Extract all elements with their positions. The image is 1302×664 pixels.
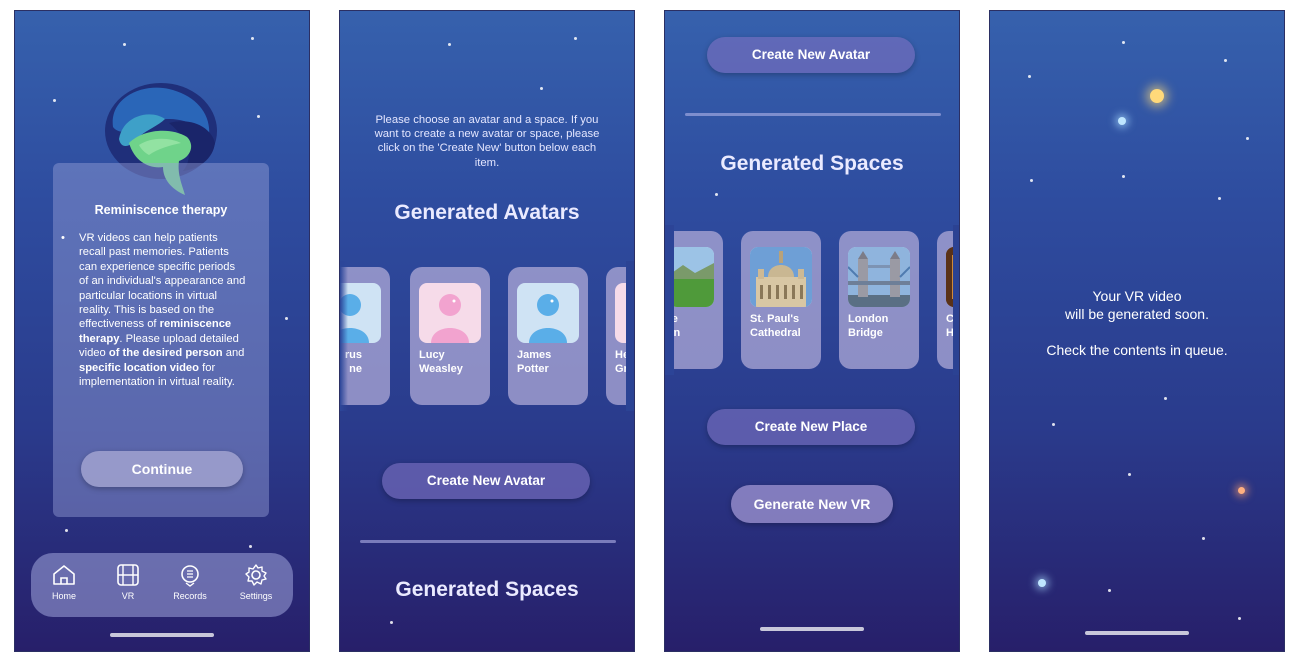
onboarding-screen: Reminiscence therapy VR videos can help …	[14, 10, 310, 652]
place-name: ne wn	[665, 313, 731, 340]
card-title: Reminiscence therapy	[94, 203, 228, 217]
tab-records[interactable]: Records	[165, 563, 215, 601]
gear-icon	[245, 564, 267, 586]
status-message-line-1: Your VR video	[1092, 288, 1182, 304]
bottom-tab-bar: Home VR Records Settings	[31, 553, 293, 617]
place-image	[669, 247, 714, 307]
place-image	[750, 247, 812, 307]
tab-settings[interactable]: Settings	[231, 563, 281, 601]
avatars-heading: Generated Avatars	[394, 201, 580, 224]
tab-vr[interactable]: VR	[103, 563, 153, 601]
microphone-icon	[181, 565, 199, 587]
spaces-heading: Generated Spaces	[720, 152, 904, 175]
card-description: VR videos can help patients recall past …	[61, 231, 247, 389]
avatar-card[interactable]: James Potter	[508, 267, 588, 405]
place-name: St. Paul's Cathedral	[750, 313, 801, 339]
home-indicator	[1085, 631, 1189, 635]
place-image	[848, 247, 910, 307]
avatar-image	[419, 283, 481, 343]
home-indicator	[760, 627, 864, 631]
film-icon	[117, 564, 139, 586]
tab-home[interactable]: Home	[39, 563, 89, 601]
avatar-selection-screen: Please choose an avatar and a space. If …	[339, 10, 635, 652]
generate-new-vr-button[interactable]: Generate New VR	[731, 485, 893, 523]
instruction-text: Please choose an avatar and a space. If …	[374, 114, 600, 169]
status-message-line-2: will be generated soon.	[1065, 306, 1209, 322]
avatar-image	[517, 283, 579, 343]
home-icon	[53, 565, 75, 585]
place-name: London Bridge	[848, 313, 889, 339]
create-new-place-button[interactable]: Create New Place	[707, 409, 915, 445]
generation-confirmation-screen: Your VR video will be generated soon. Ch…	[989, 10, 1285, 652]
section-divider	[360, 540, 616, 543]
avatar-name: James Potter	[517, 349, 552, 375]
continue-button[interactable]: Continue	[81, 451, 243, 487]
spaces-heading: Generated Spaces	[395, 578, 579, 601]
avatar-name: Lucy Weasley	[419, 349, 463, 375]
create-new-avatar-button[interactable]: Create New Avatar	[382, 463, 590, 499]
home-indicator	[110, 633, 214, 637]
place-card[interactable]: St. Paul's Cathedral	[741, 231, 821, 369]
avatar-card[interactable]: Lucy Weasley	[410, 267, 490, 405]
section-divider	[685, 113, 941, 116]
place-card[interactable]: London Bridge	[839, 231, 919, 369]
info-card: Reminiscence therapy VR videos can help …	[53, 163, 269, 517]
queue-hint: Check the contents in queue.	[1046, 342, 1228, 358]
space-selection-screen: Create New Avatar Generated Spaces ne wn…	[664, 10, 960, 652]
create-new-avatar-button[interactable]: Create New Avatar	[707, 37, 915, 73]
